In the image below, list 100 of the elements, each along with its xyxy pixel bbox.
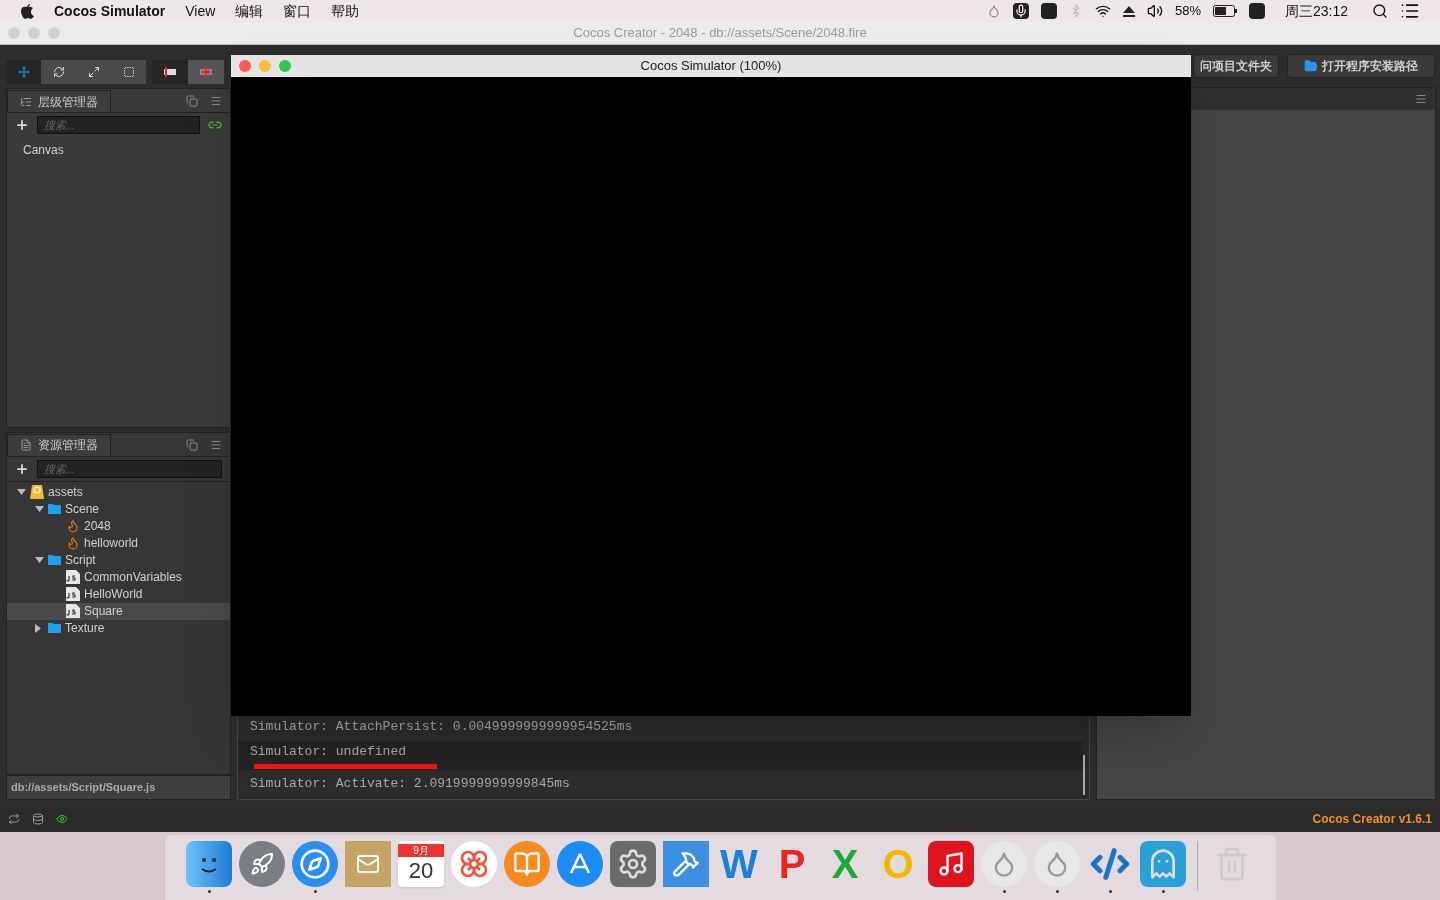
window-title: Cocos Simulator (100%): [640, 57, 782, 76]
sync-icon[interactable]: [8, 812, 20, 825]
menu-item[interactable]: 窗口: [283, 0, 312, 22]
node-item[interactable]: Canvas: [7, 141, 230, 159]
music-icon[interactable]: [928, 841, 974, 887]
scale-icon: [87, 66, 100, 78]
tree-label: helloworld: [84, 535, 139, 553]
tree-row[interactable]: Texture: [7, 619, 230, 637]
calendar-day: 20: [408, 856, 434, 885]
rocket-icon[interactable]: [239, 841, 285, 887]
tree-row[interactable]: CommonVariables: [7, 568, 230, 586]
tree-row[interactable]: Scene: [7, 500, 230, 518]
tree-label: assets: [48, 484, 83, 502]
flame-icon: [66, 519, 80, 534]
document-icon: [20, 439, 32, 452]
add-icon[interactable]: [15, 461, 29, 476]
folder-icon: [48, 623, 61, 634]
tree-row[interactable]: Script: [7, 551, 230, 569]
wifi-icon[interactable]: [1094, 3, 1111, 19]
tool-button[interactable]: [6, 60, 41, 84]
panel-tab[interactable]: 资源管理器: [7, 433, 111, 456]
menu-item[interactable]: View: [185, 0, 216, 22]
hierarchy-icon: [20, 95, 32, 108]
app-store-icon[interactable]: [557, 841, 603, 887]
flower-icon[interactable]: [451, 841, 497, 887]
battery-icon[interactable]: [1212, 5, 1237, 17]
log-text: Simulator: undefined: [250, 743, 408, 762]
tree-label: Square: [84, 603, 123, 621]
version-label: Cocos Creator v1.6.1: [1312, 810, 1432, 828]
rotate-icon: [52, 66, 65, 78]
js-file-icon: [66, 587, 80, 602]
calendar-icon[interactable]: 9月 20: [398, 841, 444, 887]
tree-label: CommonVariables: [84, 569, 182, 587]
tree-row[interactable]: HelloWorld: [7, 585, 230, 603]
microphone-icon[interactable]: [1012, 3, 1029, 19]
search-field[interactable]: 搜索...: [37, 116, 200, 134]
search-field[interactable]: 搜索...: [37, 459, 222, 478]
pivot-icon: [163, 67, 177, 77]
window-title: Cocos Creator - 2048 - db://assets/Scene/2048.fire: [573, 24, 867, 43]
eye-icon[interactable]: [56, 812, 68, 825]
app-menu[interactable]: Cocos Simulator: [54, 0, 166, 22]
tree-label: Scene: [65, 501, 100, 519]
rect-icon: [122, 66, 135, 78]
book-icon[interactable]: [504, 841, 550, 887]
expanded-caret-icon[interactable]: [17, 489, 26, 496]
tree-label: HelloWorld: [84, 586, 143, 604]
folder-icon: [48, 555, 61, 566]
tree-row[interactable]: 2048: [7, 517, 230, 535]
search-icon[interactable]: [1372, 3, 1388, 19]
eject-icon[interactable]: [1122, 5, 1135, 17]
expanded-caret-icon[interactable]: [35, 506, 44, 513]
log-text: Simulator: AttachPersist: 0.0049999999999954525ms: [250, 718, 634, 737]
collapsed-caret-icon[interactable]: [35, 623, 41, 633]
stamp-icon[interactable]: [345, 841, 391, 887]
tree-row[interactable]: helloworld: [7, 534, 230, 552]
menu-item[interactable]: 帮助: [331, 0, 360, 22]
folder-icon: [48, 504, 61, 515]
folder-icon: [1304, 59, 1318, 73]
toolbar-button[interactable]: 打开程序安装路径: [1287, 54, 1435, 78]
menu-icon[interactable]: [210, 438, 222, 451]
link-icon[interactable]: [208, 118, 222, 132]
gear-icon[interactable]: [610, 841, 656, 887]
ghost-icon[interactable]: [1140, 841, 1186, 887]
database-icon[interactable]: [32, 812, 44, 825]
tree-label: Texture: [65, 620, 105, 638]
pivot-button[interactable]: [152, 60, 188, 84]
popout-icon[interactable]: [186, 438, 198, 451]
tree-row[interactable]: Square: [7, 602, 230, 620]
log-text: Simulator: Activate: 2.0919999999999845ms: [250, 775, 571, 794]
menu-icon[interactable]: [1415, 93, 1427, 105]
drop-icon[interactable]: [981, 841, 1027, 887]
compass-icon[interactable]: [292, 841, 338, 887]
tree-row[interactable]: assets: [7, 483, 230, 501]
flame-icon: [66, 536, 80, 551]
tool-button[interactable]: [111, 60, 146, 84]
toolbar-button[interactable]: 问项目文件夹: [1193, 54, 1279, 78]
panel-tab[interactable]: 层级管理器: [7, 90, 111, 112]
drop-icon[interactable]: [986, 4, 1001, 18]
finder-icon[interactable]: [186, 841, 232, 887]
tree-label: 2048: [84, 518, 111, 536]
database-icon: [30, 484, 44, 501]
scrollbar-thumb[interactable]: [1083, 755, 1085, 795]
center-icon: [199, 67, 213, 77]
drop-icon[interactable]: [1034, 841, 1080, 887]
expanded-caret-icon[interactable]: [35, 557, 44, 564]
js-file-icon: [66, 570, 80, 585]
volume-icon[interactable]: [1146, 3, 1163, 19]
add-icon[interactable]: [15, 118, 29, 132]
js-file-icon: [66, 604, 80, 619]
menu-icon[interactable]: [210, 95, 222, 107]
clock: 周三23:12: [1284, 1, 1348, 21]
calendar-month: 9月: [398, 843, 444, 857]
list-icon[interactable]: [1400, 1, 1420, 21]
tool-button[interactable]: [41, 60, 76, 84]
hammer-icon[interactable]: [663, 841, 709, 887]
menu-item[interactable]: 编辑: [235, 0, 264, 22]
close-button[interactable]: [239, 60, 251, 72]
popout-icon[interactable]: [186, 95, 198, 107]
path-bar: db://assets/Script/Square.js: [6, 775, 231, 800]
apple-icon[interactable]: [20, 3, 34, 19]
